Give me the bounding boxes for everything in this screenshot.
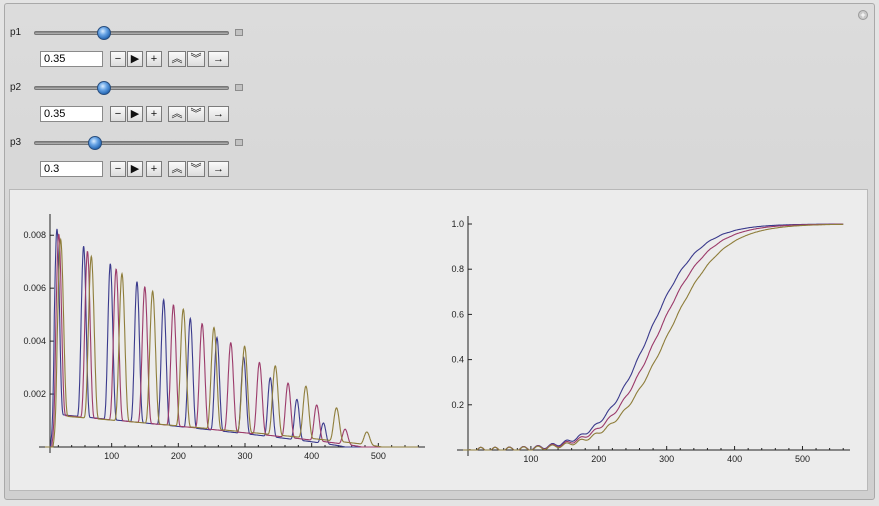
x-tick-label: 400 bbox=[304, 451, 319, 461]
y-tick-label: 0.6 bbox=[451, 309, 464, 319]
pdf-chart: 100 200 300 400 500 0.002 0.004 0.006 0.008 bbox=[23, 214, 425, 461]
cdf-series-line-3 bbox=[463, 223, 844, 451]
pdf-series-line-3 bbox=[45, 237, 419, 448]
y-tick-label: 0.006 bbox=[23, 283, 46, 293]
cdf-series-line-2 bbox=[463, 223, 844, 451]
cdf-chart: 100 200 300 400 500 0.2 0.4 0.6 0.8 1.0 bbox=[451, 216, 850, 464]
x-tick-label: 500 bbox=[371, 451, 386, 461]
y-tick-label: 0.008 bbox=[23, 230, 46, 240]
charts-canvas: 100 200 300 400 500 0.002 0.004 0.006 0.008 100 2… bbox=[23, 214, 850, 464]
cdf-series-line-1 bbox=[463, 223, 844, 451]
x-tick-label: 100 bbox=[104, 451, 119, 461]
x-tick-label: 200 bbox=[591, 454, 606, 464]
y-tick-label: 0.8 bbox=[451, 264, 464, 274]
y-tick-label: 0.4 bbox=[451, 355, 464, 365]
y-tick-label: 0.2 bbox=[451, 400, 464, 410]
y-tick-label: 0.004 bbox=[23, 336, 46, 346]
y-tick-label: 0.002 bbox=[23, 389, 46, 399]
pdf-series-line-1 bbox=[45, 228, 419, 448]
x-tick-label: 300 bbox=[237, 451, 252, 461]
x-tick-label: 300 bbox=[659, 454, 674, 464]
pdf-series-line-2 bbox=[45, 233, 419, 448]
x-tick-label: 200 bbox=[171, 451, 186, 461]
x-tick-label: 400 bbox=[727, 454, 742, 464]
x-tick-label: 100 bbox=[523, 454, 538, 464]
y-tick-label: 1.0 bbox=[451, 219, 464, 229]
x-tick-label: 500 bbox=[795, 454, 810, 464]
